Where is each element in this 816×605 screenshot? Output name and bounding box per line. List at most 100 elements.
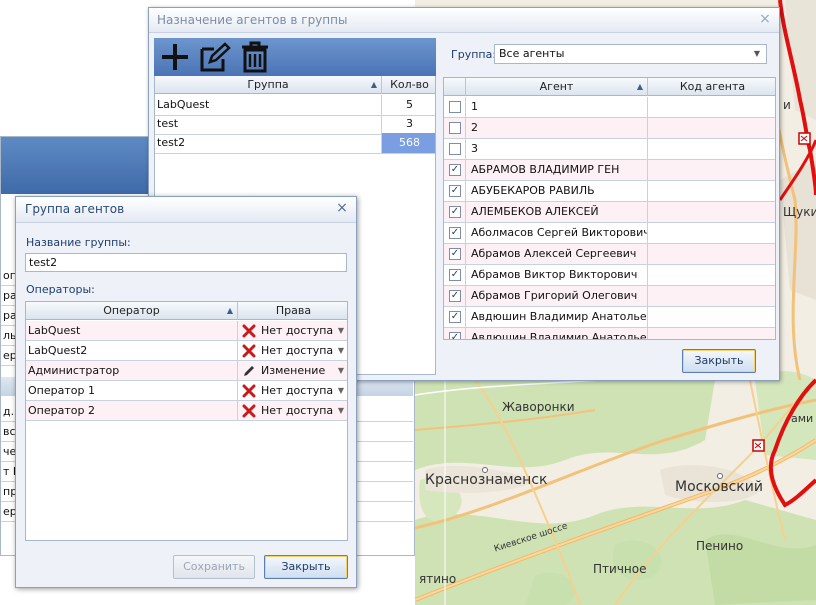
rights-select[interactable]: Нет доступа ▼: [238, 341, 347, 360]
agent-name: АЛЕМБЕКОВ АЛЕКСЕЙ: [466, 202, 648, 222]
sort-ascending-icon: ▲: [226, 306, 233, 315]
column-header-group[interactable]: Группа ▲: [155, 76, 382, 94]
table-row[interactable]: ✓ АБУБЕКАРОВ РАВИЛЬ: [444, 181, 775, 202]
table-row[interactable]: 2: [444, 118, 775, 139]
table-row[interactable]: test 3: [155, 114, 435, 135]
agent-code: [648, 181, 775, 201]
table-row[interactable]: ✓ Абрамов Григорий Олегович: [444, 286, 775, 307]
add-group-button[interactable]: [158, 41, 192, 73]
edit-group-button[interactable]: [198, 41, 232, 73]
column-header-rights[interactable]: Права: [238, 302, 347, 320]
table-row[interactable]: ✓ Авдюшин Владимир Анатольевич: [444, 328, 775, 339]
close-icon[interactable]: ×: [334, 200, 350, 216]
group-name: test2: [155, 133, 382, 153]
table-row[interactable]: ✓ Абрамов Виктор Викторович: [444, 265, 775, 286]
checkbox-checked[interactable]: ✓: [449, 290, 461, 302]
operator-name: Администратор: [26, 361, 238, 380]
table-row[interactable]: LabQuest2 Нет доступа ▼: [26, 341, 347, 361]
chevron-down-icon: ▼: [337, 386, 344, 395]
operators-table: Оператор ▲ Права LabQuest Нет доступа ▼ Lab…: [25, 301, 348, 541]
column-header-operator[interactable]: Оператор ▲: [26, 302, 238, 320]
rights-select[interactable]: Нет доступа ▼: [238, 321, 347, 340]
checkbox-checked[interactable]: ✓: [449, 185, 461, 197]
group-name-label: Название группы:: [26, 236, 131, 249]
close-button[interactable]: Закрыть: [264, 555, 348, 579]
agent-name: Абрамов Виктор Викторович: [466, 265, 648, 285]
close-icon[interactable]: ×: [757, 11, 773, 27]
checkbox-checked[interactable]: ✓: [449, 206, 461, 218]
rights-select[interactable]: Нет доступа ▼: [238, 381, 347, 400]
checkbox-checked[interactable]: ✓: [449, 311, 461, 323]
checkbox-cell: [444, 97, 466, 117]
checkbox-checked[interactable]: ✓: [449, 332, 461, 339]
operator-name: Оператор 1: [26, 381, 238, 400]
agent-code: [648, 328, 775, 339]
agent-name: 2: [466, 118, 648, 138]
table-row[interactable]: ✓ АБРАМОВ ВЛАДИМИР ГЕН: [444, 160, 775, 181]
table-row[interactable]: Оператор 2 Нет доступа ▼: [26, 401, 347, 421]
agent-code: [648, 160, 775, 180]
column-header-agent-code[interactable]: Код агента: [648, 78, 775, 96]
table-row[interactable]: ✓ Аболмасов Сергей Викторович: [444, 223, 775, 244]
checkbox-checked[interactable]: ✓: [449, 269, 461, 281]
group-filter-select[interactable]: Все агенты ▼: [494, 44, 767, 64]
checkbox[interactable]: [449, 143, 461, 155]
table-row[interactable]: 1: [444, 97, 775, 118]
group-count: 3: [406, 117, 413, 130]
delete-group-button[interactable]: [238, 41, 272, 73]
vehicle-marker-icon: [798, 132, 811, 145]
rights-select[interactable]: Нет доступа ▼: [238, 401, 347, 420]
chevron-down-icon: ▼: [337, 366, 344, 375]
checkbox[interactable]: [449, 101, 461, 113]
map-label: ами: [791, 412, 814, 425]
operator-name: Оператор 2: [26, 401, 238, 420]
column-header-check: [444, 78, 466, 96]
edit-icon: [200, 42, 231, 72]
chevron-down-icon: ▼: [753, 49, 760, 58]
column-header-count[interactable]: Кол-во: [382, 76, 435, 94]
checkbox-checked[interactable]: ✓: [449, 164, 461, 176]
agent-code: [648, 139, 775, 159]
agent-name: Абрамов Алексей Сергеевич: [466, 244, 648, 264]
group-name-input[interactable]: test2: [25, 253, 347, 272]
table-row[interactable]: ✓ Абрамов Алексей Сергеевич: [444, 244, 775, 265]
table-row[interactable]: ✓ АЛЕМБЕКОВ АЛЕКСЕЙ: [444, 202, 775, 223]
close-button[interactable]: Закрыть: [682, 349, 756, 373]
agent-name: 1: [466, 97, 648, 117]
save-button[interactable]: Сохранить: [173, 555, 255, 579]
table-header: Агент ▲ Код агента: [444, 78, 775, 96]
table-row[interactable]: 3: [444, 139, 775, 160]
map-label: Жаворонки: [502, 400, 575, 414]
agent-name: АБУБЕКАРОВ РАВИЛЬ: [466, 181, 648, 201]
agent-code: [648, 97, 775, 117]
checkbox-cell: ✓: [444, 202, 466, 222]
group-count: 568: [382, 133, 435, 153]
checkbox-cell: [444, 139, 466, 159]
checkbox-checked[interactable]: ✓: [449, 227, 461, 239]
operators-label: Операторы:: [26, 283, 95, 296]
checkbox-checked[interactable]: ✓: [449, 248, 461, 260]
table-row[interactable]: Администратор Изменение ▼: [26, 361, 347, 381]
map-label: Краснознаменск: [425, 472, 548, 488]
x-icon: [242, 344, 256, 358]
chevron-down-icon: ▼: [337, 326, 344, 335]
table-row[interactable]: LabQuest 5: [155, 95, 435, 116]
table-row[interactable]: ✓ Авдюшин Владимир Анатольевич: [444, 307, 775, 328]
agent-name: Абрамов Григорий Олегович: [466, 286, 648, 306]
dialog-title: Назначение агентов в группы: [149, 8, 779, 33]
table-row[interactable]: Оператор 1 Нет доступа ▼: [26, 381, 347, 401]
table-row-selected[interactable]: test2 568: [155, 133, 435, 154]
rights-select[interactable]: Изменение ▼: [238, 361, 347, 380]
agents-table: Агент ▲ Код агента 1 2 3 ✓ АБРАМОВ ВЛАДИМИР …: [443, 77, 776, 340]
sort-ascending-icon: ▲: [370, 80, 377, 89]
agent-name: Аболмасов Сергей Викторович: [466, 223, 648, 243]
map-label: ятино: [419, 572, 457, 586]
checkbox[interactable]: [449, 122, 461, 134]
sort-ascending-icon: ▲: [636, 82, 643, 91]
table-row[interactable]: LabQuest Нет доступа ▼: [26, 321, 347, 341]
column-header-agent[interactable]: Агент ▲: [466, 78, 648, 96]
agent-code: [648, 286, 775, 306]
x-icon: [242, 384, 256, 398]
map-label: Пенино: [696, 539, 744, 553]
agent-code: [648, 265, 775, 285]
